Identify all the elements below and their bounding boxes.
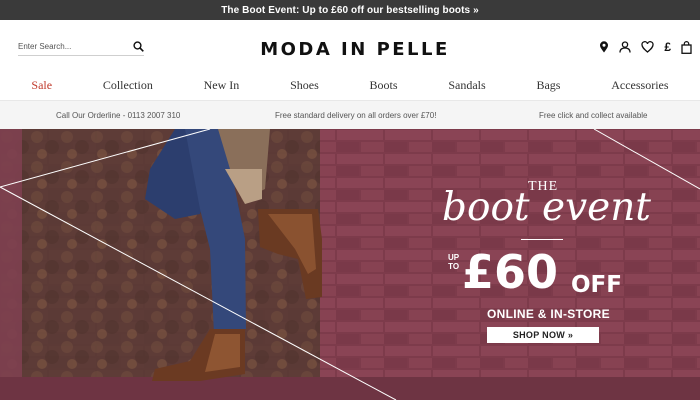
nav-boots[interactable]: Boots [370, 78, 398, 93]
hero-banner[interactable]: THE boot event UP TO £60 OFF ONLINE & IN… [0, 129, 700, 400]
shopping-bag-icon[interactable] [681, 40, 692, 54]
search-box [18, 38, 144, 56]
orderline-text[interactable]: Call Our Orderline - 0113 2007 310 [56, 111, 180, 120]
hero-amount: £60 [462, 245, 559, 299]
hero-divider [521, 239, 563, 240]
hero-subline: ONLINE & IN-STORE [487, 307, 610, 321]
account-icon[interactable] [619, 41, 631, 53]
hero-image [0, 129, 700, 400]
currency-selector[interactable]: £ [664, 41, 671, 53]
nav-collection[interactable]: Collection [103, 78, 153, 93]
hero-off: OFF [571, 272, 622, 298]
hero-title: boot event [442, 185, 651, 230]
hero-to: TO [448, 262, 460, 271]
nav-bags[interactable]: Bags [536, 78, 560, 93]
nav-sandals[interactable]: Sandals [448, 78, 485, 93]
wishlist-heart-icon[interactable] [641, 41, 654, 53]
main-nav: Sale Collection New In Shoes Boots Sanda… [0, 74, 700, 96]
nav-accessories[interactable]: Accessories [611, 78, 668, 93]
promo-bar[interactable]: The Boot Event: Up to £60 off our bestse… [0, 0, 700, 20]
location-pin-icon[interactable] [599, 41, 609, 53]
click-collect-text[interactable]: Free click and collect available [539, 111, 648, 120]
hero-up-to: UP TO [448, 253, 459, 271]
site-header: MODA IN PELLE £ [0, 20, 700, 74]
hero-up: UP [448, 253, 460, 262]
header-icons: £ [599, 40, 692, 54]
usp-bar: Call Our Orderline - 0113 2007 310 Free … [0, 100, 700, 129]
search-icon[interactable] [133, 41, 144, 52]
promo-text[interactable]: The Boot Event: Up to £60 off our bestse… [221, 5, 479, 16]
shop-now-button[interactable]: SHOP NOW » [487, 327, 599, 343]
nav-sale[interactable]: Sale [31, 78, 52, 93]
search-input[interactable] [18, 39, 118, 54]
delivery-text[interactable]: Free standard delivery on all orders ove… [275, 111, 436, 120]
nav-new-in[interactable]: New In [204, 78, 240, 93]
nav-shoes[interactable]: Shoes [290, 78, 319, 93]
brand-logo[interactable]: MODA IN PELLE [250, 39, 460, 60]
